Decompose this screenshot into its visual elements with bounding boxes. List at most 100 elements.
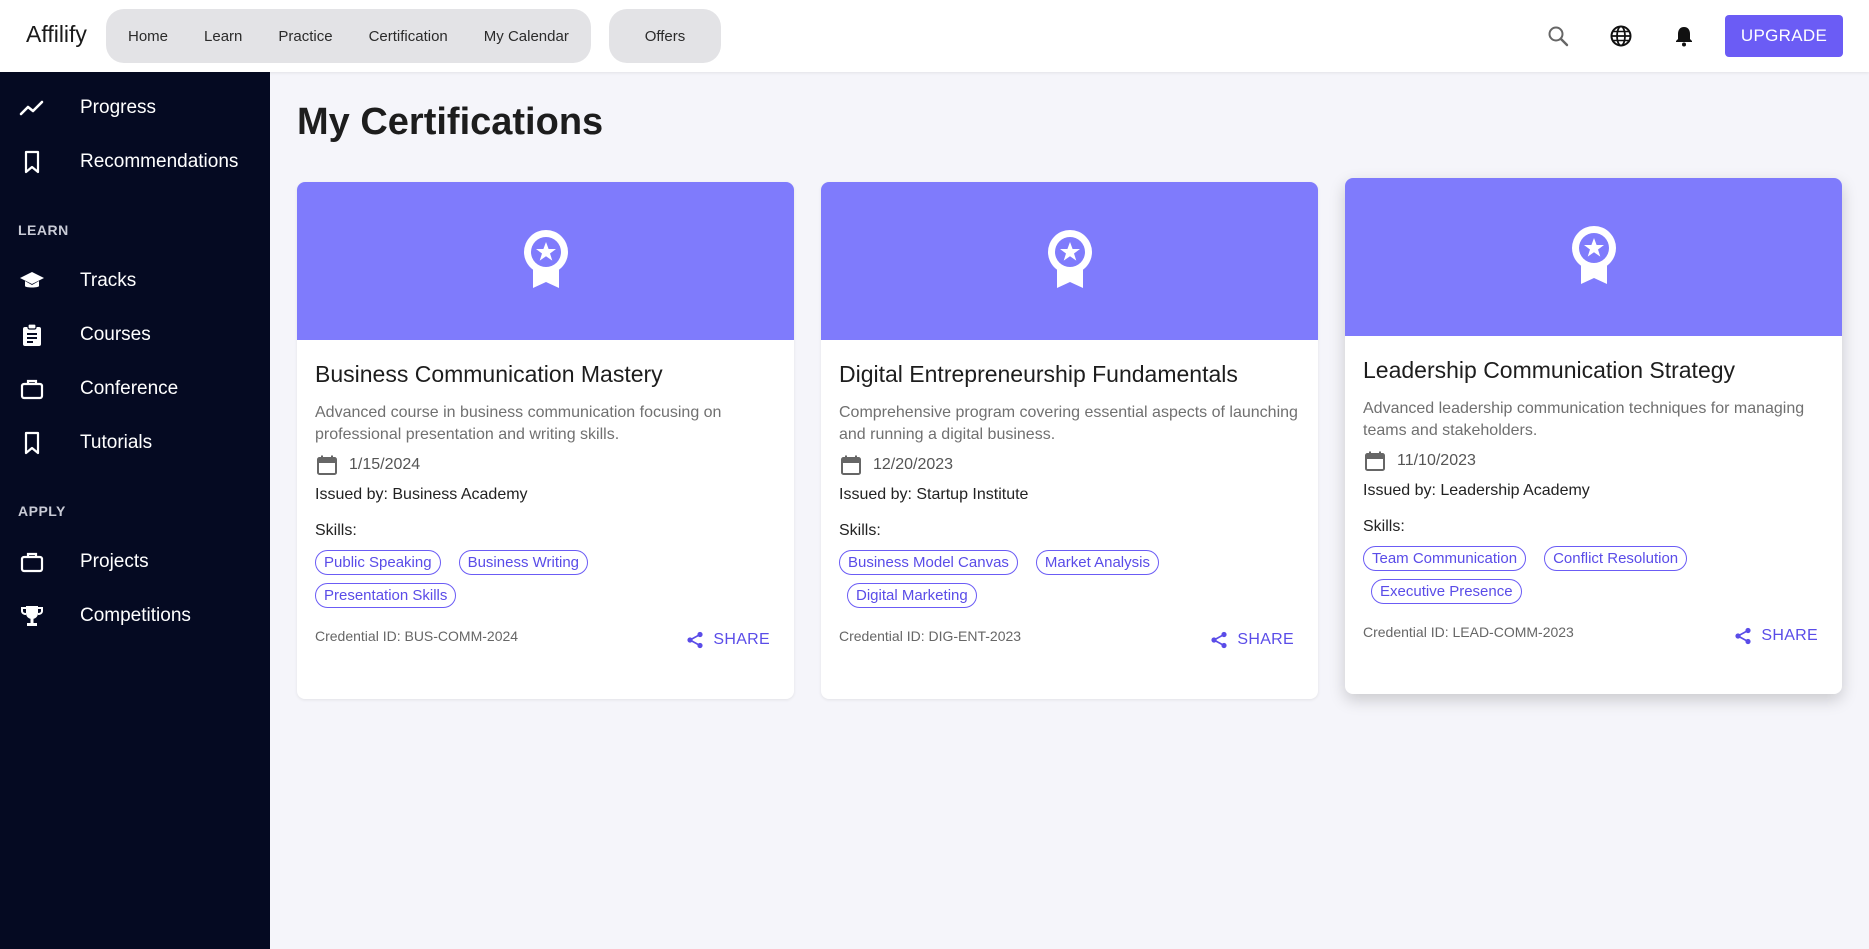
sidebar-item-label: Projects bbox=[80, 551, 149, 572]
search-icon[interactable] bbox=[1544, 22, 1572, 50]
card-body: Leadership Communication Strategy Advanc… bbox=[1345, 336, 1842, 660]
credential-id: Credential ID: BUS-COMM-2024 bbox=[315, 628, 519, 644]
skills-label: Skills: bbox=[315, 522, 357, 539]
card-banner bbox=[1345, 178, 1842, 336]
sidebar-item-tracks[interactable]: Tracks bbox=[0, 258, 270, 304]
card-description: Advanced course in business communicatio… bbox=[315, 404, 722, 443]
offers-pill: Offers bbox=[609, 9, 721, 63]
share-button[interactable]: SHARE bbox=[1733, 626, 1818, 646]
skill-chips: Business Model Canvas Market Analysis Di… bbox=[839, 550, 1279, 616]
share-icon bbox=[1733, 626, 1753, 646]
card-description: Comprehensive program covering essential… bbox=[839, 404, 1298, 443]
issuer: Issued by: Business Academy bbox=[315, 486, 528, 503]
brand-logo[interactable]: Affilify bbox=[26, 21, 87, 48]
sidebar-item-tutorials[interactable]: Tutorials bbox=[0, 420, 270, 466]
section-title-apply: APPLY bbox=[18, 503, 66, 519]
card-title: Business Communication Mastery bbox=[315, 361, 663, 387]
card-footer: Credential ID: BUS-COMM-2024 SHARE bbox=[315, 624, 776, 664]
skill-chip[interactable]: Executive Presence bbox=[1371, 579, 1522, 604]
sidebar-item-projects[interactable]: Projects bbox=[0, 539, 270, 585]
card-body: Digital Entrepreneurship Fundamentals Co… bbox=[821, 340, 1318, 664]
globe-icon[interactable] bbox=[1607, 22, 1635, 50]
credential-id: Credential ID: LEAD-COMM-2023 bbox=[1363, 624, 1574, 640]
calendar-icon bbox=[1363, 449, 1387, 473]
skill-chips: Public Speaking Business Writing Present… bbox=[315, 550, 755, 616]
sidebar-item-progress[interactable]: Progress bbox=[0, 85, 270, 131]
sidebar-item-label: Tracks bbox=[80, 270, 137, 291]
share-button[interactable]: SHARE bbox=[685, 630, 770, 650]
sidebar-item-label: Tutorials bbox=[80, 432, 153, 453]
skills-label: Skills: bbox=[839, 522, 881, 539]
share-label: SHARE bbox=[1761, 627, 1818, 644]
card-description: Advanced leadership communication techni… bbox=[1363, 400, 1805, 439]
sidebar-item-label: Recommendations bbox=[80, 151, 239, 172]
sidebar: Progress Recommendations LEARN Tracks Co… bbox=[0, 72, 270, 949]
sidebar-item-recommendations[interactable]: Recommendations bbox=[0, 139, 270, 185]
date-row: 11/10/2023 bbox=[1363, 448, 1824, 474]
skill-chip[interactable]: Market Analysis bbox=[1035, 550, 1159, 575]
award-badge-icon bbox=[1044, 228, 1096, 295]
award-badge-icon bbox=[520, 228, 572, 295]
issue-date: 11/10/2023 bbox=[1397, 452, 1476, 469]
bookmark-icon bbox=[18, 429, 46, 457]
briefcase-icon bbox=[18, 375, 46, 403]
share-label: SHARE bbox=[713, 631, 770, 648]
sidebar-item-label: Courses bbox=[80, 324, 151, 345]
certification-card: Business Communication Mastery Advanced … bbox=[297, 182, 794, 699]
credential-id: Credential ID: DIG-ENT-2023 bbox=[839, 628, 1022, 644]
date-row: 1/15/2024 bbox=[315, 452, 776, 478]
issuer: Issued by: Startup Institute bbox=[839, 486, 1029, 503]
upgrade-button[interactable]: UPGRADE bbox=[1725, 15, 1843, 57]
card-banner bbox=[297, 182, 794, 340]
issue-date: 12/20/2023 bbox=[873, 456, 954, 473]
certification-card: Leadership Communication Strategy Advanc… bbox=[1345, 178, 1842, 694]
sidebar-item-conference[interactable]: Conference bbox=[0, 366, 270, 412]
share-label: SHARE bbox=[1237, 631, 1294, 648]
nav-home[interactable]: Home bbox=[128, 28, 168, 45]
card-footer: Credential ID: DIG-ENT-2023 SHARE bbox=[839, 624, 1300, 664]
clipboard-icon bbox=[18, 321, 46, 349]
page-title: My Certifications bbox=[297, 101, 604, 143]
skill-chip[interactable]: Digital Marketing bbox=[847, 583, 977, 608]
skills-label: Skills: bbox=[1363, 518, 1405, 535]
sidebar-item-label: Conference bbox=[80, 378, 179, 399]
bell-icon[interactable] bbox=[1670, 22, 1698, 50]
section-title-learn: LEARN bbox=[18, 222, 69, 238]
calendar-icon bbox=[315, 453, 339, 477]
date-row: 12/20/2023 bbox=[839, 452, 1300, 478]
nav-offers[interactable]: Offers bbox=[645, 28, 686, 45]
award-badge-icon bbox=[1568, 224, 1620, 291]
calendar-icon bbox=[839, 453, 863, 477]
trending-up-icon bbox=[18, 94, 46, 122]
card-title: Leadership Communication Strategy bbox=[1363, 357, 1736, 383]
nav-my-calendar[interactable]: My Calendar bbox=[484, 28, 569, 45]
skill-chip[interactable]: Conflict Resolution bbox=[1544, 546, 1688, 571]
share-icon bbox=[1209, 630, 1229, 650]
sidebar-item-label: Progress bbox=[80, 97, 157, 118]
share-icon bbox=[685, 630, 705, 650]
sidebar-item-courses[interactable]: Courses bbox=[0, 312, 270, 358]
share-button[interactable]: SHARE bbox=[1209, 630, 1294, 650]
nav-practice[interactable]: Practice bbox=[278, 28, 332, 45]
card-body: Business Communication Mastery Advanced … bbox=[297, 340, 794, 664]
skill-chip[interactable]: Public Speaking bbox=[315, 550, 441, 575]
sidebar-item-label: Competitions bbox=[80, 605, 191, 626]
sidebar-item-competitions[interactable]: Competitions bbox=[0, 593, 270, 639]
briefcase-icon bbox=[18, 548, 46, 576]
trophy-icon bbox=[18, 602, 46, 630]
skill-chips: Team Communication Conflict Resolution E… bbox=[1363, 546, 1803, 612]
skill-chip[interactable]: Presentation Skills bbox=[315, 583, 457, 608]
certification-card: Digital Entrepreneurship Fundamentals Co… bbox=[821, 182, 1318, 699]
issue-date: 1/15/2024 bbox=[349, 456, 421, 473]
skill-chip[interactable]: Business Model Canvas bbox=[839, 550, 1018, 575]
main-nav: Home Learn Practice Certification My Cal… bbox=[106, 9, 591, 63]
card-footer: Credential ID: LEAD-COMM-2023 SHARE bbox=[1363, 620, 1824, 660]
graduation-cap-icon bbox=[18, 267, 46, 295]
card-banner bbox=[821, 182, 1318, 340]
skill-chip[interactable]: Business Writing bbox=[458, 550, 589, 575]
nav-learn[interactable]: Learn bbox=[204, 28, 242, 45]
skill-chip[interactable]: Team Communication bbox=[1363, 546, 1527, 571]
nav-certification[interactable]: Certification bbox=[369, 28, 448, 45]
top-bar: Affilify Home Learn Practice Certificati… bbox=[0, 0, 1869, 72]
issuer: Issued by: Leadership Academy bbox=[1363, 482, 1590, 499]
